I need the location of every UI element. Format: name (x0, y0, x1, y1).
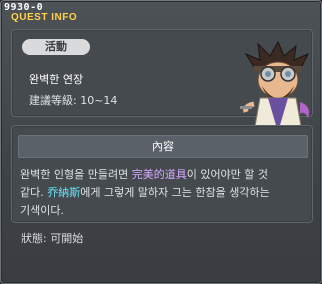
status-value: 可開始 (50, 232, 84, 245)
quest-summary-panel: 活動 완벽한 연장 建議等級: 10~14 (11, 29, 313, 138)
desc-text: 기색이다. (20, 204, 64, 217)
quest-info-window: 9930-0 QUEST INFO 活動 완벽한 연장 建議等級: 10~14 (0, 0, 322, 284)
desc-text: 에게 그렇게 말하자 그는 한참을 생각하는 (80, 186, 270, 199)
desc-text: 같다. (20, 186, 48, 199)
npc-link[interactable]: 乔納斯 (47, 186, 80, 199)
quest-content-panel: 內容 완벽한 인형을 만들려면 完美的道具이 있어야만 할 것 같다. 乔納斯에… (11, 125, 313, 223)
recommended-level: 建議等級: 10~14 (29, 94, 118, 107)
desc-text: 완벽한 인형을 만들려면 (20, 168, 132, 181)
quest-name: 완벽한 연장 (29, 73, 84, 86)
item-link[interactable]: 完美的道具 (132, 168, 187, 181)
window-title: QUEST INFO (11, 12, 78, 23)
content-header: 內容 (18, 135, 308, 158)
desc-text: 이 있어야만 할 것 (186, 168, 269, 181)
quest-status: 狀態: 可開始 (21, 230, 83, 246)
quest-description: 완벽한 인형을 만들려면 完美的道具이 있어야만 할 것 같다. 乔納斯에게 그… (20, 166, 308, 220)
status-label: 狀態: (21, 232, 47, 245)
category-badge: 活動 (22, 39, 90, 55)
